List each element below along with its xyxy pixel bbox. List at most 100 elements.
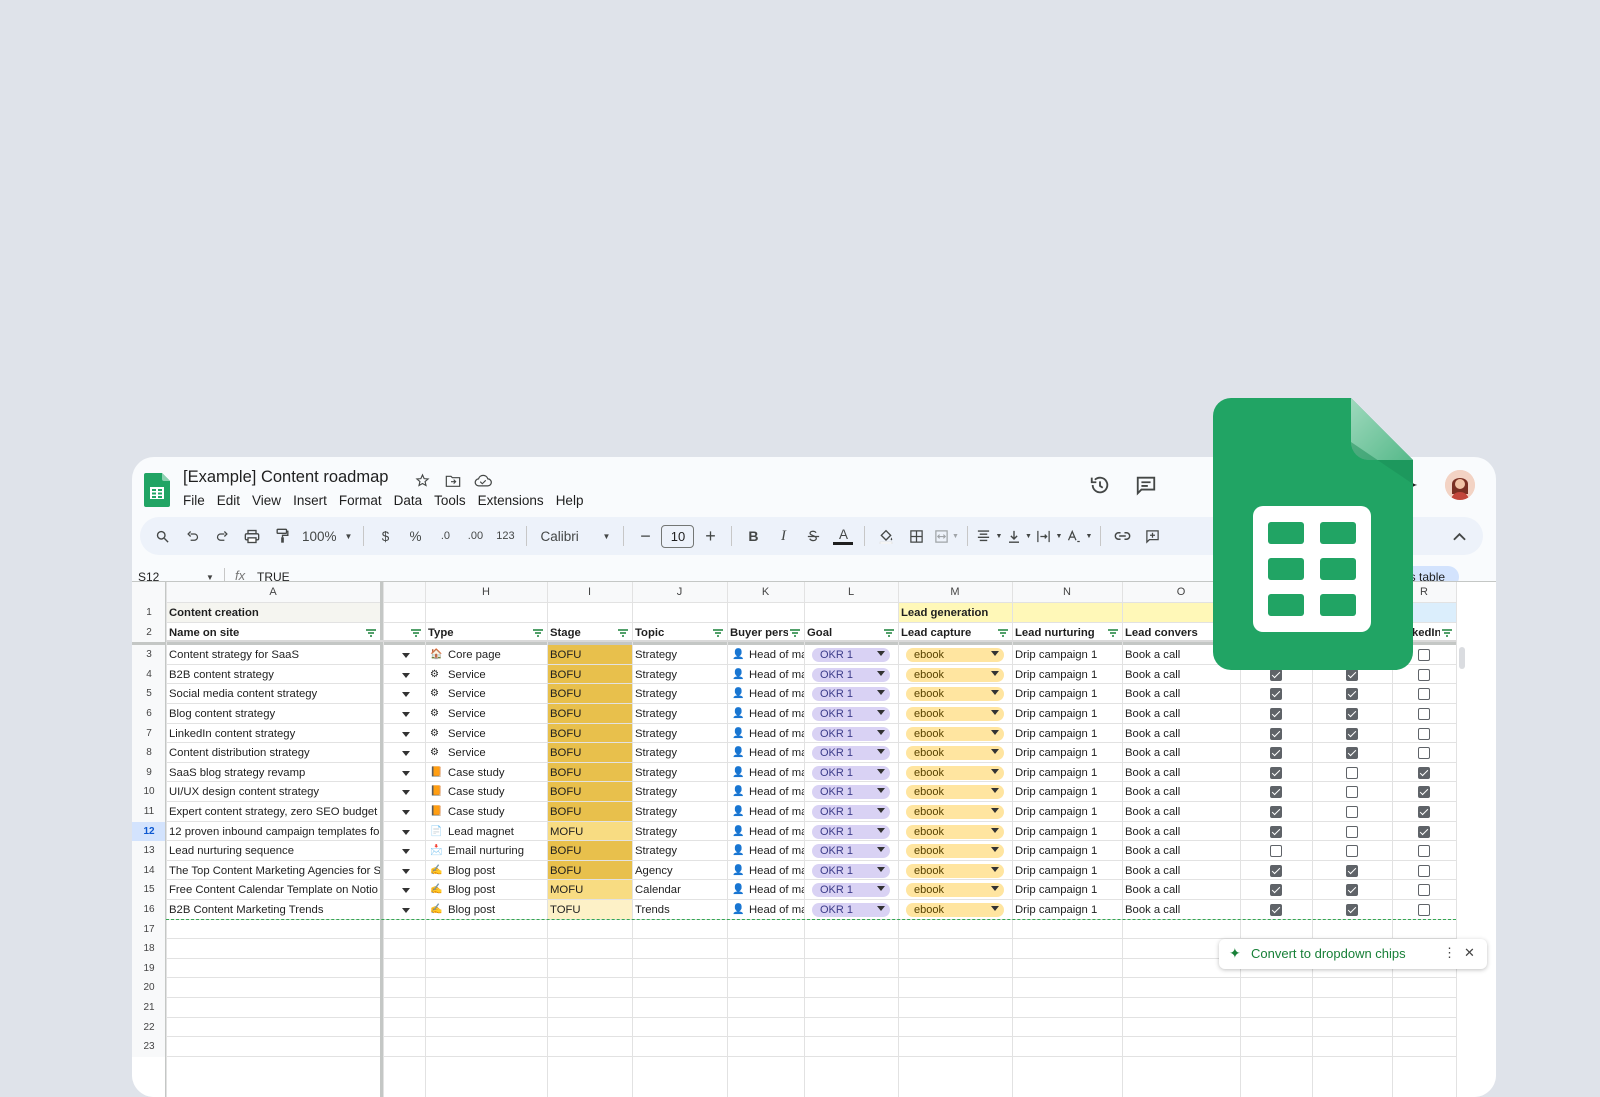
table-cell-type[interactable]: Case study (445, 802, 545, 822)
table-cell-type[interactable]: Core page (445, 645, 545, 665)
star-icon[interactable] (412, 470, 433, 491)
checkbox[interactable] (1418, 786, 1430, 799)
decrease-font-size-button[interactable]: − (631, 522, 659, 550)
comment-icon[interactable] (1131, 470, 1161, 500)
checkbox[interactable] (1270, 708, 1282, 720)
dropdown-arrow-icon[interactable] (402, 712, 410, 717)
checkbox[interactable] (1346, 668, 1358, 681)
table-cell-lead-nurturing[interactable]: Drip campaign 1 (1012, 724, 1122, 744)
table-cell-stage[interactable]: BOFU (547, 841, 632, 861)
checkbox[interactable] (1346, 845, 1358, 858)
text-wrapping-icon[interactable]: ▼ (1035, 522, 1063, 550)
table-cell-lead-conversion[interactable]: Book a call (1122, 861, 1240, 881)
table-cell-topic[interactable]: Strategy (632, 763, 727, 783)
table-cell-buyer-persona[interactable]: Head of ma (746, 802, 804, 822)
dropdown-arrow-icon[interactable] (402, 770, 410, 776)
table-cell-lead-nurturing[interactable]: Drip campaign 1 (1012, 704, 1122, 724)
checkbox[interactable] (1346, 688, 1358, 701)
table-cell-name[interactable]: Content distribution strategy (166, 743, 380, 763)
table-cell-stage[interactable]: BOFU (547, 704, 632, 724)
collapse-toolbar-icon[interactable] (1445, 522, 1473, 550)
table-cell-type[interactable]: Case study (445, 763, 545, 783)
vertical-scrollbar[interactable] (1459, 647, 1465, 670)
filter-icon[interactable] (712, 628, 724, 638)
table-cell-topic[interactable]: Strategy (632, 724, 727, 744)
sheets-logo-icon[interactable] (144, 473, 170, 507)
borders-icon[interactable] (902, 522, 930, 550)
goal-chip[interactable]: OKR 1 (812, 687, 890, 702)
row-header[interactable]: 8 (132, 743, 166, 763)
table-cell-lead-conversion[interactable]: Book a call (1122, 900, 1240, 920)
lead-capture-chip[interactable]: ebook (906, 903, 1004, 917)
dropdown-arrow-icon[interactable] (402, 672, 410, 678)
goal-chip[interactable]: OKR 1 (812, 667, 890, 682)
folder-move-icon[interactable] (442, 470, 463, 491)
lead-capture-chip[interactable]: ebook (906, 863, 1004, 878)
cloud-status-icon[interactable] (472, 470, 493, 491)
checkbox[interactable] (1270, 884, 1282, 897)
close-icon[interactable]: ✕ (1464, 945, 1475, 961)
table-cell-buyer-persona[interactable]: Head of ma (746, 665, 804, 685)
table-cell-topic[interactable]: Strategy (632, 822, 727, 842)
insert-comment-icon[interactable] (1138, 522, 1166, 550)
table-cell-topic[interactable]: Strategy (632, 841, 727, 861)
table-cell-topic[interactable]: Strategy (632, 684, 727, 704)
checkbox[interactable] (1418, 806, 1430, 818)
checkbox[interactable] (1346, 786, 1358, 799)
menu-format[interactable]: Format (339, 493, 387, 508)
more-formats-button[interactable]: 123 (491, 522, 519, 550)
dropdown-arrow-icon[interactable] (402, 751, 410, 757)
table-cell-stage[interactable]: BOFU (547, 782, 632, 802)
checkbox[interactable] (1418, 766, 1430, 779)
checkbox[interactable] (1270, 668, 1282, 681)
goal-chip[interactable]: OKR 1 (812, 863, 890, 878)
table-cell-buyer-persona[interactable]: Head of ma (746, 822, 804, 842)
table-cell-name[interactable]: Social media content strategy (166, 684, 380, 704)
table-cell-name[interactable]: LinkedIn content strategy (166, 724, 380, 744)
table-cell-type[interactable]: Case study (445, 782, 545, 802)
checkbox[interactable] (1270, 825, 1282, 838)
table-cell-name[interactable]: 12 proven inbound campaign templates fo (166, 822, 380, 842)
table-cell-type[interactable]: Blog post (445, 900, 545, 920)
table-cell-topic[interactable]: Strategy (632, 802, 727, 822)
checkbox[interactable] (1346, 884, 1358, 897)
table-cell-lead-conversion[interactable]: Book a call (1122, 880, 1240, 900)
table-cell-stage[interactable]: TOFU (547, 900, 632, 920)
column-header-m[interactable]: M (898, 582, 1012, 603)
table-cell-lead-nurturing[interactable]: Drip campaign 1 (1012, 782, 1122, 802)
checkbox[interactable] (1270, 904, 1282, 916)
increase-decimal-button[interactable]: .00 (461, 522, 489, 550)
menu-extensions[interactable]: Extensions (478, 493, 549, 508)
goal-chip[interactable]: OKR 1 (812, 765, 890, 780)
table-cell-stage[interactable]: BOFU (547, 743, 632, 763)
goal-chip[interactable]: OKR 1 (812, 844, 890, 859)
menu-edit[interactable]: Edit (217, 493, 245, 508)
lead-capture-chip[interactable]: ebook (906, 824, 1004, 839)
checkbox[interactable] (1270, 864, 1282, 877)
more-options-icon[interactable]: ⋮ (1443, 945, 1456, 961)
checkbox[interactable] (1346, 904, 1358, 916)
dropdown-arrow-icon[interactable] (402, 888, 410, 894)
lead-capture-chip[interactable]: ebook (906, 785, 1004, 800)
goal-chip[interactable]: OKR 1 (812, 785, 890, 800)
decrease-decimal-button[interactable]: .0 (431, 522, 459, 550)
table-cell-type[interactable]: Blog post (445, 861, 545, 881)
column-header-j[interactable]: J (632, 582, 727, 603)
lead-capture-chip[interactable]: ebook (906, 746, 1004, 761)
table-cell-topic[interactable]: Strategy (632, 743, 727, 763)
row-header[interactable]: 5 (132, 684, 166, 704)
dropdown-arrow-icon[interactable] (402, 908, 410, 913)
table-cell-type[interactable]: Service (445, 743, 545, 763)
row-header[interactable]: 17 (132, 919, 166, 940)
lead-capture-chip[interactable]: ebook (906, 707, 1004, 721)
table-cell-lead-nurturing[interactable]: Drip campaign 1 (1012, 763, 1122, 783)
checkbox[interactable] (1346, 864, 1358, 877)
row-header[interactable]: 15 (132, 880, 166, 900)
table-cell-lead-conversion[interactable]: Book a call (1122, 841, 1240, 861)
table-cell-stage[interactable]: BOFU (547, 645, 632, 665)
table-cell-topic[interactable]: Calendar (632, 880, 727, 900)
column-header-k[interactable]: K (727, 582, 804, 603)
table-cell-lead-nurturing[interactable]: Drip campaign 1 (1012, 861, 1122, 881)
lead-capture-chip[interactable]: ebook (906, 726, 1004, 741)
goal-chip[interactable]: OKR 1 (812, 746, 890, 761)
